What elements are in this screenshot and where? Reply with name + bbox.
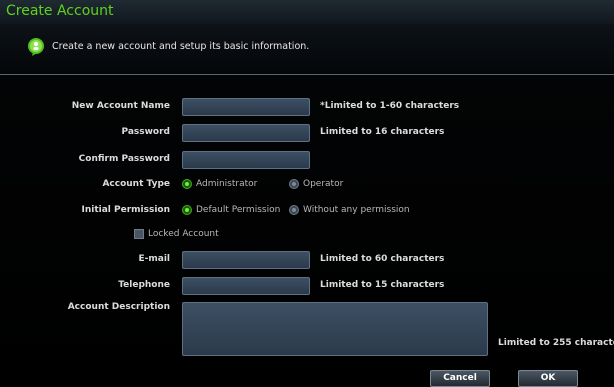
radio-operator[interactable]: Operator — [289, 179, 343, 189]
title-bar: Create Account — [0, 0, 614, 24]
confirm-password-label: Confirm Password — [78, 154, 170, 164]
new-account-name-label: New Account Name — [71, 101, 170, 111]
radio-without-permission-label: Without any permission — [303, 205, 410, 215]
header-description: Create a new account and setup its basic… — [52, 41, 310, 52]
radio-operator-label: Operator — [303, 179, 344, 189]
window-title: Create Account — [6, 3, 114, 19]
initial-permission-label: Initial Permission — [81, 205, 170, 215]
radio-unselected-icon[interactable] — [289, 179, 299, 189]
cancel-button[interactable]: Cancel — [430, 370, 490, 387]
telephone-label: Telephone — [118, 280, 170, 290]
locked-account-checkbox-row[interactable]: Locked Account — [134, 229, 219, 239]
radio-without-permission[interactable]: Without any permission — [289, 205, 410, 215]
email-input[interactable] — [182, 251, 310, 269]
radio-selected-icon[interactable] — [182, 179, 192, 189]
email-hint: Limited to 60 characters — [320, 254, 445, 264]
ok-button[interactable]: OK — [518, 370, 578, 387]
radio-administrator[interactable]: Administrator — [182, 179, 257, 189]
locked-account-label: Locked Account — [148, 229, 219, 239]
radio-selected-icon[interactable] — [182, 205, 192, 215]
radio-default-permission-label: Default Permission — [196, 205, 281, 215]
info-bubble-icon — [28, 38, 44, 56]
new-account-name-hint: *Limited to 1-60 characters — [320, 101, 460, 111]
radio-default-permission[interactable]: Default Permission — [182, 205, 280, 215]
account-type-label: Account Type — [102, 179, 170, 189]
account-description-textarea[interactable] — [182, 302, 488, 356]
email-label: E-mail — [138, 254, 170, 264]
password-label: Password — [121, 127, 170, 137]
telephone-input[interactable] — [182, 277, 310, 295]
password-hint: Limited to 16 characters — [320, 127, 445, 137]
radio-administrator-label: Administrator — [196, 179, 258, 189]
new-account-name-input[interactable] — [182, 98, 310, 116]
radio-unselected-icon[interactable] — [289, 205, 299, 215]
locked-account-checkbox[interactable] — [134, 229, 144, 239]
confirm-password-input[interactable] — [182, 151, 310, 169]
account-description-label: Account Description — [67, 302, 170, 312]
password-input[interactable] — [182, 124, 310, 142]
account-description-hint: Limited to 255 characters — [498, 338, 614, 348]
telephone-hint: Limited to 15 characters — [320, 280, 445, 290]
